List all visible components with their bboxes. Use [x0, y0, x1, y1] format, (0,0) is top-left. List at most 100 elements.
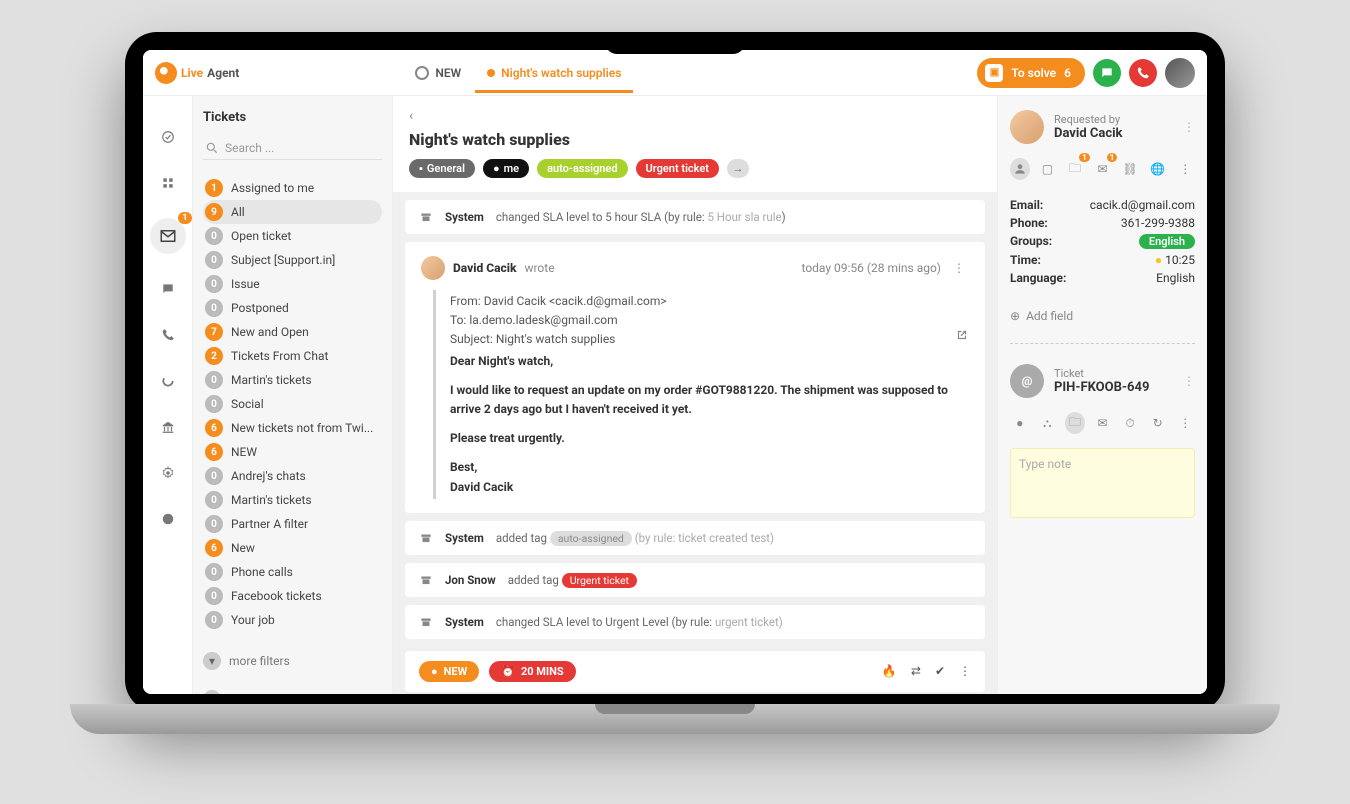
chip-label: General [427, 162, 465, 175]
right-panel: Requested by David Cacik ⋮ ▢ 🗀1 ✉1 ⛓ 🌐 ⋮ [997, 96, 1207, 694]
filter-label: Open ticket [231, 229, 291, 243]
tickets-heading: Tickets [203, 110, 382, 125]
ttab-group[interactable]: ⛬ [1038, 412, 1058, 434]
flame-button[interactable]: 🔥 [882, 664, 897, 678]
ticket-filter-item[interactable]: 0Partner A filter [203, 512, 382, 536]
rail-phone[interactable] [157, 324, 179, 346]
tab-new[interactable]: NEW [411, 54, 465, 92]
ticket-title: Night's watch supplies [409, 130, 981, 149]
ticket-filter-item[interactable]: 2Tickets From Chat [203, 344, 382, 368]
rail-settings[interactable] [157, 462, 179, 484]
event-text: changed SLA level to 5 hour SLA (by rule… [496, 210, 708, 224]
message-menu[interactable]: ⋮ [949, 261, 969, 275]
ttab-mail[interactable]: ✉ [1093, 412, 1113, 434]
rail-add[interactable] [157, 508, 179, 530]
count-badge: 0 [205, 251, 223, 269]
tab-window[interactable]: ▢ [1038, 158, 1058, 180]
ticket-filter-item[interactable]: 6New [203, 536, 382, 560]
status-sla[interactable]: ⏰20 MINS [489, 661, 575, 682]
email-val: cacik.d@gmail.com [1090, 198, 1195, 212]
groups-val: English [1139, 234, 1195, 249]
rail-grid[interactable] [157, 172, 179, 194]
tab-profile[interactable] [1010, 158, 1030, 180]
rail-dashboard[interactable] [157, 126, 179, 148]
ticket-filter-item[interactable]: 1Assigned to me [203, 176, 382, 200]
circle-icon [415, 66, 429, 80]
ticket-filter-item[interactable]: 0Your job [203, 608, 382, 632]
ticket-filter-item[interactable]: 0Andrej's chats [203, 464, 382, 488]
ttab-clock[interactable]: ⏱ [1120, 412, 1140, 434]
tab-folder[interactable]: 🗀1 [1065, 158, 1085, 180]
ticket-filter-item[interactable]: 0Facebook tickets [203, 584, 382, 608]
ticket-filter-item[interactable]: 0Phone calls [203, 560, 382, 584]
ticket-filter-item[interactable]: 6NEW [203, 440, 382, 464]
to-solve-button[interactable]: ▣ To solve 6 [977, 58, 1085, 88]
create-label: create [229, 692, 262, 694]
chip-assignee[interactable]: ●me [483, 159, 529, 178]
transfer-button[interactable]: ⇄ [911, 664, 921, 678]
count-badge: 0 [205, 587, 223, 605]
ticket-filter-item[interactable]: 0Martin's tickets [203, 488, 382, 512]
count-badge: 0 [205, 371, 223, 389]
ticket-filter-item[interactable]: 7New and Open [203, 320, 382, 344]
back-button[interactable]: ‹ [409, 108, 981, 124]
filter-label: Postponed [231, 301, 289, 315]
mail-icon [159, 227, 177, 245]
ticket-filter-item[interactable]: 0Issue [203, 272, 382, 296]
chip-add[interactable]: → [727, 159, 749, 178]
ticket-filter-item[interactable]: 9All [203, 200, 382, 224]
requester-box: Requested by David Cacik ⋮ [1010, 110, 1195, 144]
filter-label: Martin's tickets [231, 373, 312, 387]
ttab-folder[interactable]: 🗀 [1065, 412, 1085, 434]
note-placeholder: Type note [1019, 457, 1071, 471]
ttab-more[interactable]: ⋮ [1175, 412, 1195, 434]
tab-more[interactable]: ⋮ [1175, 158, 1195, 180]
chip-auto[interactable]: auto-assigned [537, 159, 627, 178]
tab-mail[interactable]: ✉1 [1093, 158, 1113, 180]
status-new[interactable]: ●NEW [419, 661, 479, 682]
tab-link[interactable]: ⛓ [1120, 158, 1140, 180]
count-badge: 0 [205, 299, 223, 317]
ticket-filter-item[interactable]: 0Open ticket [203, 224, 382, 248]
add-field-button[interactable]: ⊕Add field [1010, 309, 1195, 323]
create-filter[interactable]: ＋ create [203, 690, 382, 694]
system-event: System changed SLA level to 5 hour SLA (… [405, 200, 985, 234]
chat-status-button[interactable] [1093, 59, 1121, 87]
ttab-user[interactable]: ● [1010, 412, 1030, 434]
event-rule: urgent ticket [715, 615, 779, 629]
call-button[interactable] [1129, 59, 1157, 87]
panel-menu[interactable]: ⋮ [1183, 120, 1195, 134]
ticket-filter-item[interactable]: 0 Martin's tickets [203, 368, 382, 392]
ticket-filter-item[interactable]: 0Social [203, 392, 382, 416]
count-badge: 1 [205, 179, 223, 197]
more-button[interactable]: ⋮ [959, 664, 971, 678]
tickets-search[interactable]: Search ... [203, 137, 382, 160]
ticket-filter-item[interactable]: 0Subject [Support.in] [203, 248, 382, 272]
rail-mail[interactable]: 1 [150, 218, 186, 254]
ticket-menu[interactable]: ⋮ [1183, 374, 1195, 388]
from-value: David Cacik <cacik.d@gmail.com> [484, 294, 667, 308]
user-icon [1013, 162, 1027, 176]
chip-department[interactable]: ▪General [409, 159, 475, 178]
tab-label: Night's watch supplies [501, 66, 621, 80]
rail-bank[interactable] [157, 416, 179, 438]
brand-logo[interactable]: LiveAgent [155, 62, 239, 84]
note-input[interactable]: Type note [1010, 448, 1195, 518]
rail-chat[interactable] [157, 278, 179, 300]
ticket-filter-item[interactable]: 0 Postponed [203, 296, 382, 320]
user-avatar[interactable] [1165, 58, 1195, 88]
chip-urgent[interactable]: Urgent ticket [636, 159, 719, 178]
ticket-filter-item[interactable]: 6New tickets not from Twi... [203, 416, 382, 440]
search-placeholder: Search ... [225, 141, 274, 155]
popout-button[interactable] [955, 328, 969, 348]
count-badge: 0 [205, 275, 223, 293]
more-filters[interactable]: ▾more filters [203, 652, 382, 670]
rail-loading[interactable] [157, 370, 179, 392]
wrote-label: wrote [524, 261, 554, 275]
tab-globe[interactable]: 🌐 [1148, 158, 1168, 180]
tab-current-ticket[interactable]: Night's watch supplies [483, 54, 625, 92]
ttab-history[interactable]: ↻ [1148, 412, 1168, 434]
plus-icon: ＋ [203, 690, 221, 694]
resolve-button[interactable]: ✔ [935, 664, 945, 678]
chip-label: me [504, 162, 519, 175]
